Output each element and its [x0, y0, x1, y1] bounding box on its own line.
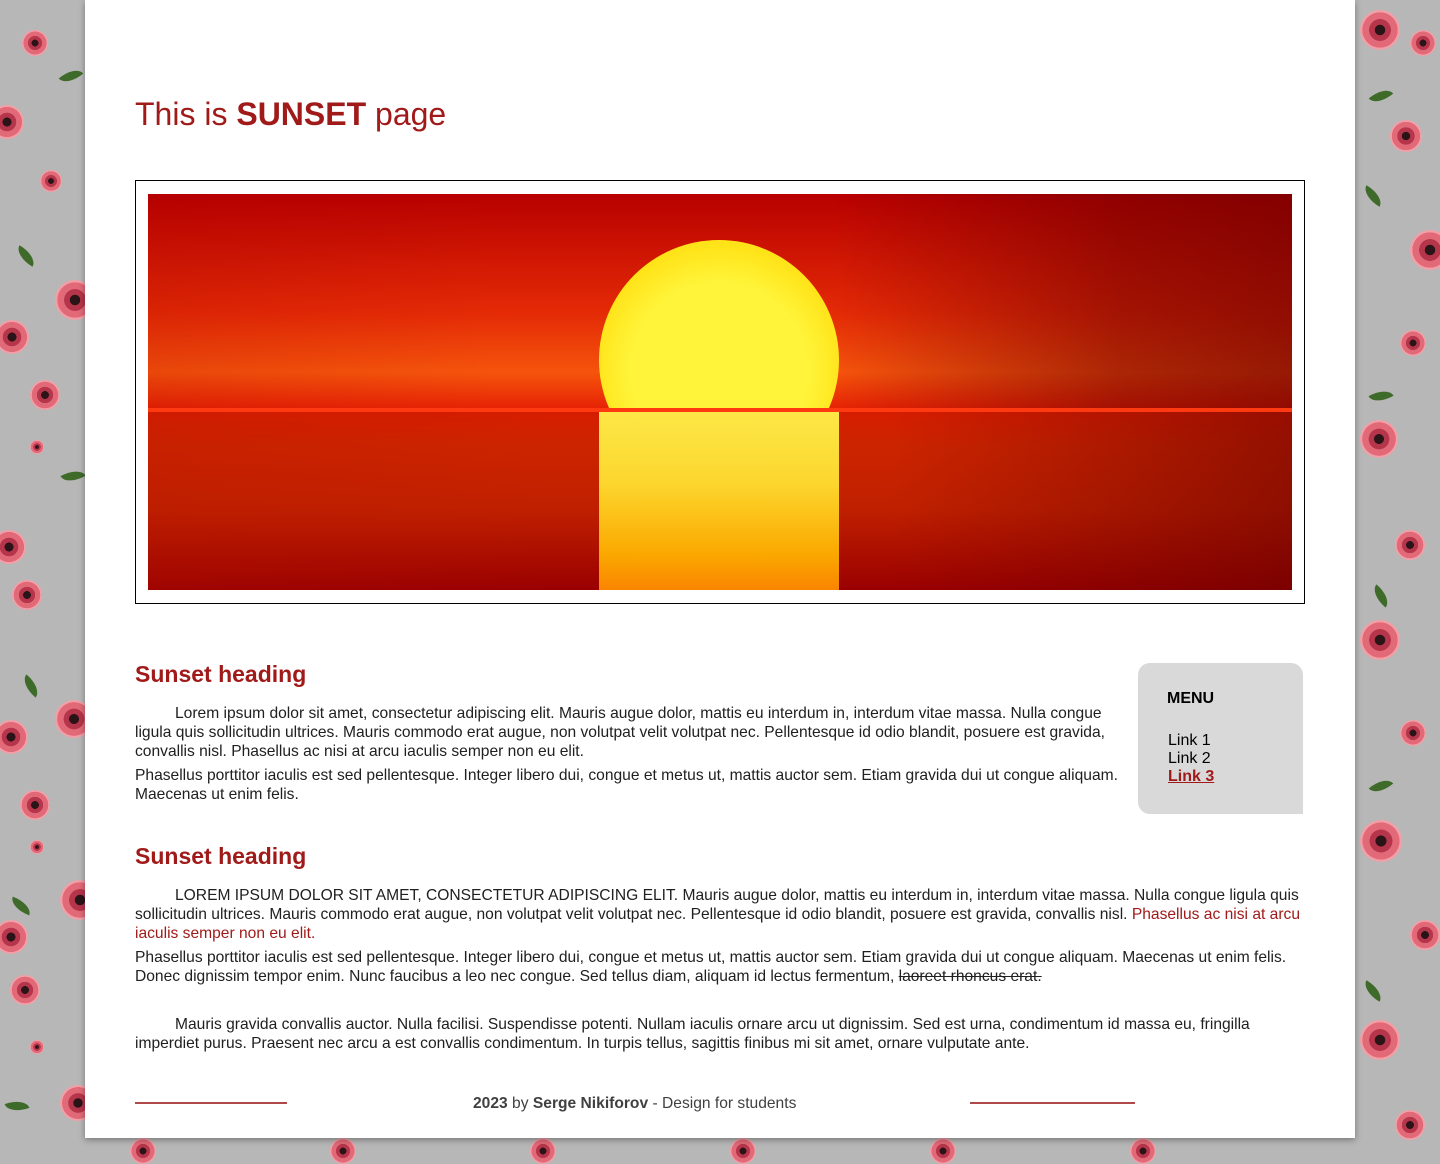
flower-icon — [1410, 30, 1436, 56]
menu-item: Link 3 — [1168, 768, 1214, 786]
section-paragraph: Phasellus porttitor iaculis est sed pell… — [135, 948, 1305, 986]
leaf-icon — [1368, 774, 1394, 798]
leaf-icon — [1360, 185, 1386, 207]
footer-text: 2023 by Serge Nikiforov - Design for stu… — [473, 1095, 796, 1113]
flower-icon — [1130, 1138, 1156, 1164]
menu-link-2[interactable]: Link 2 — [1168, 750, 1211, 767]
flower-icon — [10, 975, 40, 1005]
hero-image-frame — [135, 180, 1305, 604]
flower-icon — [12, 580, 42, 610]
flower-icon — [530, 1138, 556, 1164]
sunset-over-sea-image — [148, 194, 1292, 590]
leaf-icon — [1368, 385, 1394, 407]
menu-title: MENU — [1167, 690, 1215, 707]
flower-icon — [30, 1040, 44, 1054]
menu-link-3[interactable]: Link 3 — [1168, 768, 1214, 785]
footer-year: 2023 — [473, 1095, 508, 1112]
menu-item: Link 1 — [1168, 732, 1214, 750]
footer-tagline: - Design for students — [652, 1095, 797, 1112]
flower-icon — [930, 1138, 956, 1164]
flower-icon — [0, 530, 26, 564]
leaf-icon — [13, 245, 39, 267]
leaf-icon — [1368, 84, 1394, 108]
footer-divider-right — [970, 1102, 1135, 1104]
menu-list: Link 1 Link 2 Link 3 — [1168, 732, 1214, 786]
flower-icon — [1410, 230, 1440, 270]
flower-icon — [1360, 420, 1398, 458]
leaf-icon — [60, 465, 86, 487]
flower-icon — [1395, 1110, 1425, 1140]
flower-icon — [0, 920, 28, 954]
leaf-icon — [1368, 584, 1394, 608]
menu-link-1[interactable]: Link 1 — [1168, 732, 1211, 749]
flower-icon — [1360, 620, 1400, 660]
flower-icon — [30, 440, 44, 454]
flower-icon — [1360, 820, 1402, 862]
flower-icon — [1360, 1020, 1400, 1060]
flower-icon — [30, 840, 44, 854]
section-heading: Sunset heading — [135, 843, 307, 869]
leaf-icon — [58, 64, 84, 88]
flower-icon — [0, 105, 24, 139]
flower-icon — [730, 1138, 756, 1164]
flower-icon — [1400, 720, 1426, 746]
leaf-icon — [1360, 980, 1386, 1002]
flower-icon — [330, 1138, 356, 1164]
page-container: This is SUNSET page Sunset heading Lorem… — [85, 0, 1355, 1138]
flower-icon — [0, 720, 28, 754]
footer-author: Serge Nikiforov — [532, 1095, 649, 1112]
strikethrough-text: laoreet rhoncus erat. — [898, 968, 1042, 985]
flower-icon — [0, 320, 29, 354]
page-title-prefix: This is — [135, 96, 228, 132]
leaf-icon — [8, 896, 34, 916]
flower-icon — [30, 380, 60, 410]
page-title: This is SUNSET page — [135, 96, 446, 133]
section-paragraph: Mauris gravida convallis auctor. Nulla f… — [135, 1016, 1250, 1052]
section-paragraph: Lorem ipsum dolor sit amet, consectetur … — [135, 705, 1105, 760]
horizon-line — [148, 408, 1292, 412]
paragraph-text: Phasellus porttitor iaculis est sed pell… — [135, 949, 1287, 985]
menu-item: Link 2 — [1168, 750, 1214, 768]
section-heading: Sunset heading — [135, 661, 307, 687]
page-title-suffix: page — [375, 96, 447, 132]
page-title-strong: SUNSET — [236, 96, 367, 132]
flower-icon — [1390, 120, 1422, 152]
section-paragraph: LOREM IPSUM DOLOR SIT AMET, CONSECTETUR … — [135, 886, 1305, 943]
flower-icon — [1410, 920, 1440, 950]
paragraph-text: LOREM IPSUM DOLOR SIT AMET, CONSECTETUR … — [135, 887, 1299, 923]
flower-icon — [1395, 530, 1425, 560]
flower-icon — [22, 30, 48, 56]
section-paragraph: Phasellus porttitor iaculis est sed pell… — [135, 767, 1118, 803]
side-menu: MENU Link 1 Link 2 Link 3 — [1138, 663, 1303, 814]
footer-by: by — [512, 1095, 529, 1112]
leaf-icon — [18, 674, 44, 698]
flower-icon — [40, 170, 62, 192]
flower-icon — [1400, 330, 1426, 356]
flower-icon — [20, 790, 50, 820]
leaf-icon — [4, 1096, 30, 1116]
flower-icon — [130, 1138, 156, 1164]
footer-divider-left — [135, 1102, 287, 1104]
flower-icon — [1360, 10, 1400, 50]
